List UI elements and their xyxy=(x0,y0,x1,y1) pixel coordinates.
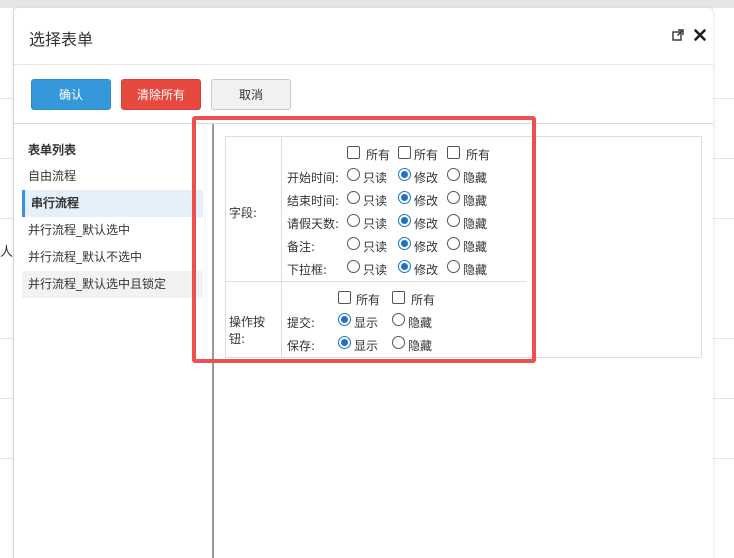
form-list-title: 表单列表 xyxy=(28,143,77,157)
form-list-item-parallel-selected-locked[interactable]: 并行流程_默认选中且锁定 xyxy=(22,271,203,298)
field-start-time-readonly-radio[interactable] xyxy=(347,168,360,181)
buttons-row-label: 操作按钮: xyxy=(226,282,282,357)
fields-label: 字段: xyxy=(229,206,258,220)
buttons-all-hidden-label: 所有 xyxy=(411,293,436,307)
dialog-title: 选择表单 xyxy=(29,30,94,49)
select-form-dialog: 选择表单 确认 清除所有 取消 表单列表 自由流程 串行流程 并行流程_默认选中… xyxy=(14,8,713,558)
fields-all-readonly-label: 所有 xyxy=(366,148,391,162)
field-remark-hidden-radio[interactable] xyxy=(447,237,460,250)
button-name: 提交: xyxy=(287,316,316,330)
field-end-time-hidden-radio[interactable] xyxy=(447,191,460,204)
field-name: 备注: xyxy=(287,240,316,254)
fields-all-edit-label: 所有 xyxy=(414,148,439,162)
page-background-right xyxy=(713,8,734,558)
option-label: 隐藏 xyxy=(408,339,433,353)
fields-all-edit-checkbox[interactable] xyxy=(398,146,411,159)
form-list-item-parallel-default-unselected[interactable]: 并行流程_默认不选中 xyxy=(22,244,203,271)
cancel-button[interactable]: 取消 xyxy=(211,79,291,110)
option-label: 修改 xyxy=(414,171,439,185)
button-save-hidden-radio[interactable] xyxy=(392,336,405,349)
option-label: 隐藏 xyxy=(463,194,488,208)
option-label: 显示 xyxy=(354,339,379,353)
option-label: 只读 xyxy=(363,217,388,231)
option-label: 隐藏 xyxy=(463,240,488,254)
form-list-sidebar: 表单列表 自由流程 串行流程 并行流程_默认选中 并行流程_默认不选中 并行流程… xyxy=(22,133,203,558)
field-start-time-hidden-radio[interactable] xyxy=(447,168,460,181)
close-icon[interactable] xyxy=(693,28,707,42)
dialog-toolbar: 确认 清除所有 取消 xyxy=(14,66,713,124)
field-remark-edit-radio[interactable] xyxy=(398,237,411,250)
field-leave-days-edit-radio[interactable] xyxy=(398,214,411,227)
option-label: 只读 xyxy=(363,194,388,208)
field-end-time-edit-radio[interactable] xyxy=(398,191,411,204)
option-label: 修改 xyxy=(414,217,439,231)
dialog-header: 选择表单 xyxy=(14,8,713,65)
field-name: 请假天数: xyxy=(287,217,340,231)
field-name: 结束时间: xyxy=(287,194,340,208)
confirm-button[interactable]: 确认 xyxy=(31,79,111,110)
option-label: 隐藏 xyxy=(408,316,433,330)
form-list-item-parallel-default-selected[interactable]: 并行流程_默认选中 xyxy=(22,217,203,244)
panel-divider[interactable] xyxy=(212,124,214,558)
field-start-time-edit-radio[interactable] xyxy=(398,168,411,181)
fields-all-hidden-checkbox[interactable] xyxy=(447,146,460,159)
option-label: 只读 xyxy=(363,171,388,185)
button-name: 保存: xyxy=(287,339,316,353)
option-label: 只读 xyxy=(363,263,388,277)
field-dropdown-readonly-radio[interactable] xyxy=(347,260,360,273)
background-text: 人 xyxy=(0,245,14,260)
page-background-top xyxy=(0,0,734,8)
buttons-all-show-checkbox[interactable] xyxy=(338,291,351,304)
option-label: 隐藏 xyxy=(463,263,488,277)
fields-all-readonly-checkbox[interactable] xyxy=(347,146,360,159)
buttons-all-hidden-checkbox[interactable] xyxy=(392,291,405,304)
button-save-show-radio[interactable] xyxy=(338,336,351,349)
option-label: 隐藏 xyxy=(463,217,488,231)
form-list-item-free-flow[interactable]: 自由流程 xyxy=(22,163,203,190)
field-end-time-readonly-radio[interactable] xyxy=(347,191,360,204)
field-dropdown-hidden-radio[interactable] xyxy=(447,260,460,273)
buttons-label: 操作按钮: xyxy=(229,315,266,346)
button-submit-show-radio[interactable] xyxy=(338,313,351,326)
field-leave-days-hidden-radio[interactable] xyxy=(447,214,460,227)
field-name: 开始时间: xyxy=(287,171,340,185)
field-name: 下拉框: xyxy=(287,263,328,277)
clear-all-button[interactable]: 清除所有 xyxy=(121,79,201,110)
fields-all-hidden-label: 所有 xyxy=(466,148,491,162)
popout-icon[interactable] xyxy=(671,28,685,42)
permissions-table: 字段: 操作按钮: 所有 所有 所有 开始时间: 只读 修改 隐藏 结束时间: … xyxy=(225,136,702,358)
field-dropdown-edit-radio[interactable] xyxy=(398,260,411,273)
option-label: 修改 xyxy=(414,263,439,277)
option-label: 隐藏 xyxy=(463,171,488,185)
option-label: 修改 xyxy=(414,194,439,208)
field-remark-readonly-radio[interactable] xyxy=(347,237,360,250)
form-list-item-serial-flow[interactable]: 串行流程 xyxy=(22,190,203,217)
field-leave-days-readonly-radio[interactable] xyxy=(347,214,360,227)
button-submit-hidden-radio[interactable] xyxy=(392,313,405,326)
option-label: 修改 xyxy=(414,240,439,254)
page-background-left: 人 xyxy=(0,8,14,558)
option-label: 显示 xyxy=(354,316,379,330)
buttons-all-show-label: 所有 xyxy=(356,293,381,307)
option-label: 只读 xyxy=(363,240,388,254)
fields-row-label: 字段: xyxy=(226,137,282,282)
